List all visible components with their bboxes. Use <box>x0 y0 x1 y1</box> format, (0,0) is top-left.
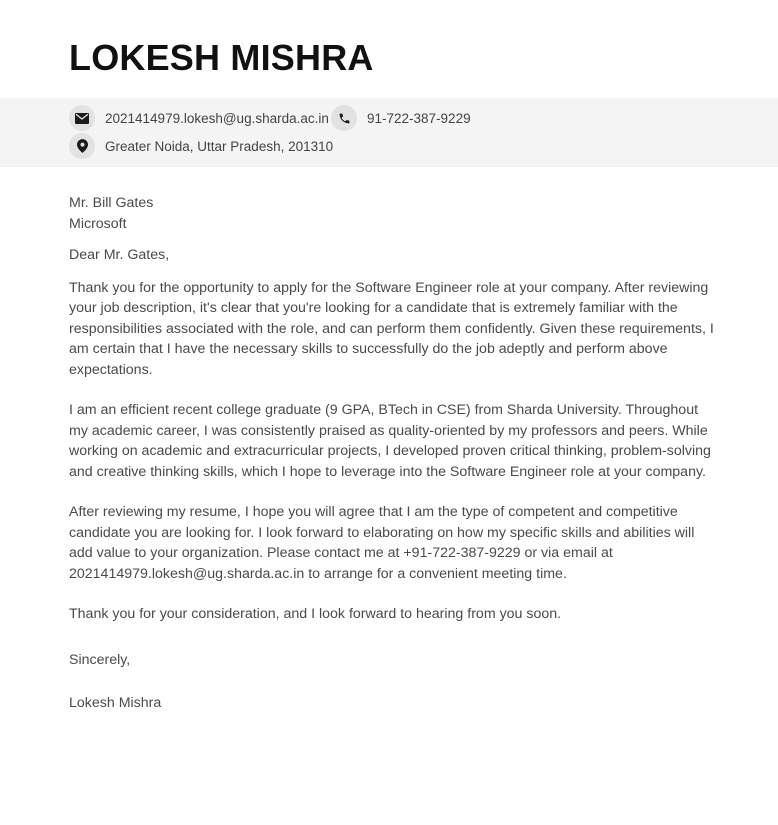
location-pin-icon <box>69 133 95 159</box>
salutation: Dear Mr. Gates, <box>69 247 170 263</box>
contact-address: Greater Noida, Uttar Pradesh, 201310 <box>69 133 333 159</box>
email-text: 2021414979.lokesh@ug.sharda.ac.in <box>105 110 329 126</box>
body-paragraph: After reviewing my resume, I hope you wi… <box>69 504 695 582</box>
contact-email: 2021414979.lokesh@ug.sharda.ac.in <box>69 105 329 131</box>
contact-phone: 91-722-387-9229 <box>331 105 471 131</box>
envelope-icon <box>69 105 95 131</box>
phone-text: 91-722-387-9229 <box>367 110 471 126</box>
recipient-name: Mr. Bill Gates <box>69 195 154 211</box>
body-paragraph: I am an efficient recent college graduat… <box>69 402 711 480</box>
closing-line: Thank you for your consideration, and I … <box>69 606 562 622</box>
contact-bar: 2021414979.lokesh@ug.sharda.ac.in 91-722… <box>0 98 778 167</box>
address-text: Greater Noida, Uttar Pradesh, 201310 <box>105 138 334 154</box>
letter-body: Mr. Bill Gates Microsoft Dear Mr. Gates,… <box>69 193 714 714</box>
signoff: Sincerely, <box>69 651 131 668</box>
phone-icon <box>331 105 357 131</box>
applicant-name: LOKESH MISHRA <box>69 37 374 78</box>
body-paragraph: Thank you for the opportunity to apply f… <box>69 279 714 378</box>
signature-name: Lokesh Mishra <box>69 695 162 711</box>
recipient-company: Microsoft <box>69 215 127 232</box>
